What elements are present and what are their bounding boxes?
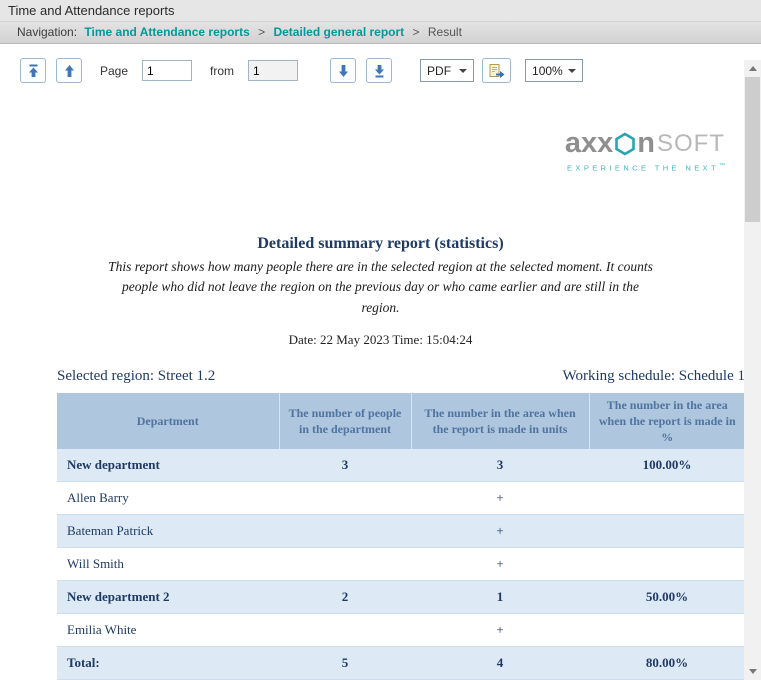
axxonsoft-logo-wordmark: axx n SOFT: [565, 129, 725, 158]
table-row-new-department: New department33100.00%: [57, 449, 745, 482]
scrollbar-thumb[interactable]: [745, 77, 760, 222]
arrow-up-icon: [63, 64, 76, 78]
cell-department: New department: [57, 449, 279, 482]
cell-department: Total:: [57, 647, 279, 680]
logo-tagline-text: EXPERIENCE THE NEXT: [567, 164, 719, 173]
cell-units: 3: [411, 449, 589, 482]
window-titlebar: Time and Attendance reports: [0, 0, 761, 22]
report-page: axx n SOFT EXPERIENCE THE NEXT™ Detailed…: [0, 97, 761, 680]
breadcrumb-separator: >: [258, 25, 265, 39]
page-label: Page: [100, 64, 128, 78]
cell-percent: 50.00%: [589, 581, 745, 614]
table-row-new-department-2: New department 22150.00%: [57, 581, 745, 614]
cell-percent: [589, 548, 745, 581]
table-row-bateman-patrick: Bateman Patrick +: [57, 515, 745, 548]
cell-units: +: [411, 614, 589, 647]
cell-people: 3: [279, 449, 411, 482]
working-schedule-label: Working schedule: Schedule 1: [563, 368, 746, 385]
cell-department: Will Smith: [57, 548, 279, 581]
triangle-down-icon: [749, 669, 757, 674]
next-page-button[interactable]: [330, 58, 356, 83]
vertical-scrollbar[interactable]: [744, 60, 761, 680]
chevron-down-icon: [459, 69, 467, 73]
triangle-up-icon: [749, 66, 757, 71]
breadcrumb-link-detailed-general-report[interactable]: Detailed general report: [273, 25, 404, 39]
report-datetime: Date: 22 May 2023 Time: 15:04:24: [0, 332, 761, 348]
breadcrumb-link-reports[interactable]: Time and Attendance reports: [84, 25, 249, 39]
first-page-button[interactable]: [20, 58, 46, 83]
export-format-select[interactable]: PDF: [420, 59, 474, 82]
breadcrumb: Navigation: Time and Attendance reports …: [0, 22, 761, 44]
cell-people: [279, 515, 411, 548]
report-title: Detailed summary report (statistics): [0, 97, 761, 253]
selected-region-label: Selected region: Street 1.2: [57, 368, 215, 385]
cell-people: [279, 482, 411, 515]
column-header-people-count: The number of people in the department: [279, 393, 411, 450]
cell-department: Allen Barry: [57, 482, 279, 515]
cell-units: +: [411, 548, 589, 581]
cell-percent: [589, 515, 745, 548]
table-row-emilia-white: Emilia White +: [57, 614, 745, 647]
logo-text-left: axx: [565, 129, 613, 158]
report-table-body: New department33100.00%Allen Barry+Batem…: [57, 449, 745, 680]
cell-percent: [589, 614, 745, 647]
report-description: This report shows how many people there …: [108, 257, 653, 318]
report-window: Time and Attendance reports Navigation: …: [0, 0, 761, 680]
hexagon-icon: [614, 132, 636, 156]
logo-text-right: SOFT: [657, 132, 725, 156]
export-button[interactable]: [482, 58, 511, 83]
arrow-down-icon: [337, 64, 350, 78]
from-label: from: [210, 64, 234, 78]
breadcrumb-separator: >: [413, 25, 420, 39]
cell-people: [279, 548, 411, 581]
export-icon: [488, 63, 505, 79]
zoom-value: 100%: [532, 64, 563, 78]
window-title: Time and Attendance reports: [8, 3, 174, 18]
cell-department: Emilia White: [57, 614, 279, 647]
logo-trademark: ™: [719, 163, 725, 169]
table-row-total: Total:5480.00%: [57, 647, 745, 680]
cell-units: +: [411, 482, 589, 515]
cell-department: New department 2: [57, 581, 279, 614]
arrow-up-bar-icon: [27, 64, 40, 78]
export-format-value: PDF: [427, 64, 451, 78]
total-pages-input[interactable]: [248, 60, 298, 81]
report-toolbar: Page from PDF: [0, 44, 761, 97]
report-table-header: Department The number of people in the d…: [57, 393, 745, 450]
breadcrumb-label: Navigation:: [17, 25, 77, 39]
report-table: Department The number of people in the d…: [57, 393, 745, 680]
page-input[interactable]: [142, 60, 192, 81]
cell-people: [279, 614, 411, 647]
scroll-up-button[interactable]: [744, 60, 761, 77]
cell-units: +: [411, 515, 589, 548]
column-header-area-percent: The number in the area when the report i…: [589, 393, 745, 450]
axxonsoft-logo: axx n SOFT EXPERIENCE THE NEXT™: [565, 129, 725, 173]
table-row-will-smith: Will Smith +: [57, 548, 745, 581]
cell-department: Bateman Patrick: [57, 515, 279, 548]
cell-people: 5: [279, 647, 411, 680]
report-parameters: Selected region: Street 1.2 Working sche…: [57, 368, 745, 385]
table-row-allen-barry: Allen Barry +: [57, 482, 745, 515]
cell-units: 1: [411, 581, 589, 614]
breadcrumb-current: Result: [428, 25, 462, 39]
cell-percent: 80.00%: [589, 647, 745, 680]
last-page-button[interactable]: [366, 58, 392, 83]
cell-percent: [589, 482, 745, 515]
previous-page-button[interactable]: [56, 58, 82, 83]
chevron-down-icon: [568, 69, 576, 73]
logo-tagline: EXPERIENCE THE NEXT™: [565, 163, 725, 173]
cell-units: 4: [411, 647, 589, 680]
scroll-down-button[interactable]: [744, 663, 761, 680]
logo-text-mid: n: [637, 129, 655, 158]
column-header-department: Department: [57, 393, 279, 450]
zoom-select[interactable]: 100%: [525, 59, 583, 82]
cell-people: 2: [279, 581, 411, 614]
cell-percent: 100.00%: [589, 449, 745, 482]
arrow-down-bar-icon: [373, 64, 386, 78]
column-header-area-units: The number in the area when the report i…: [411, 393, 589, 450]
